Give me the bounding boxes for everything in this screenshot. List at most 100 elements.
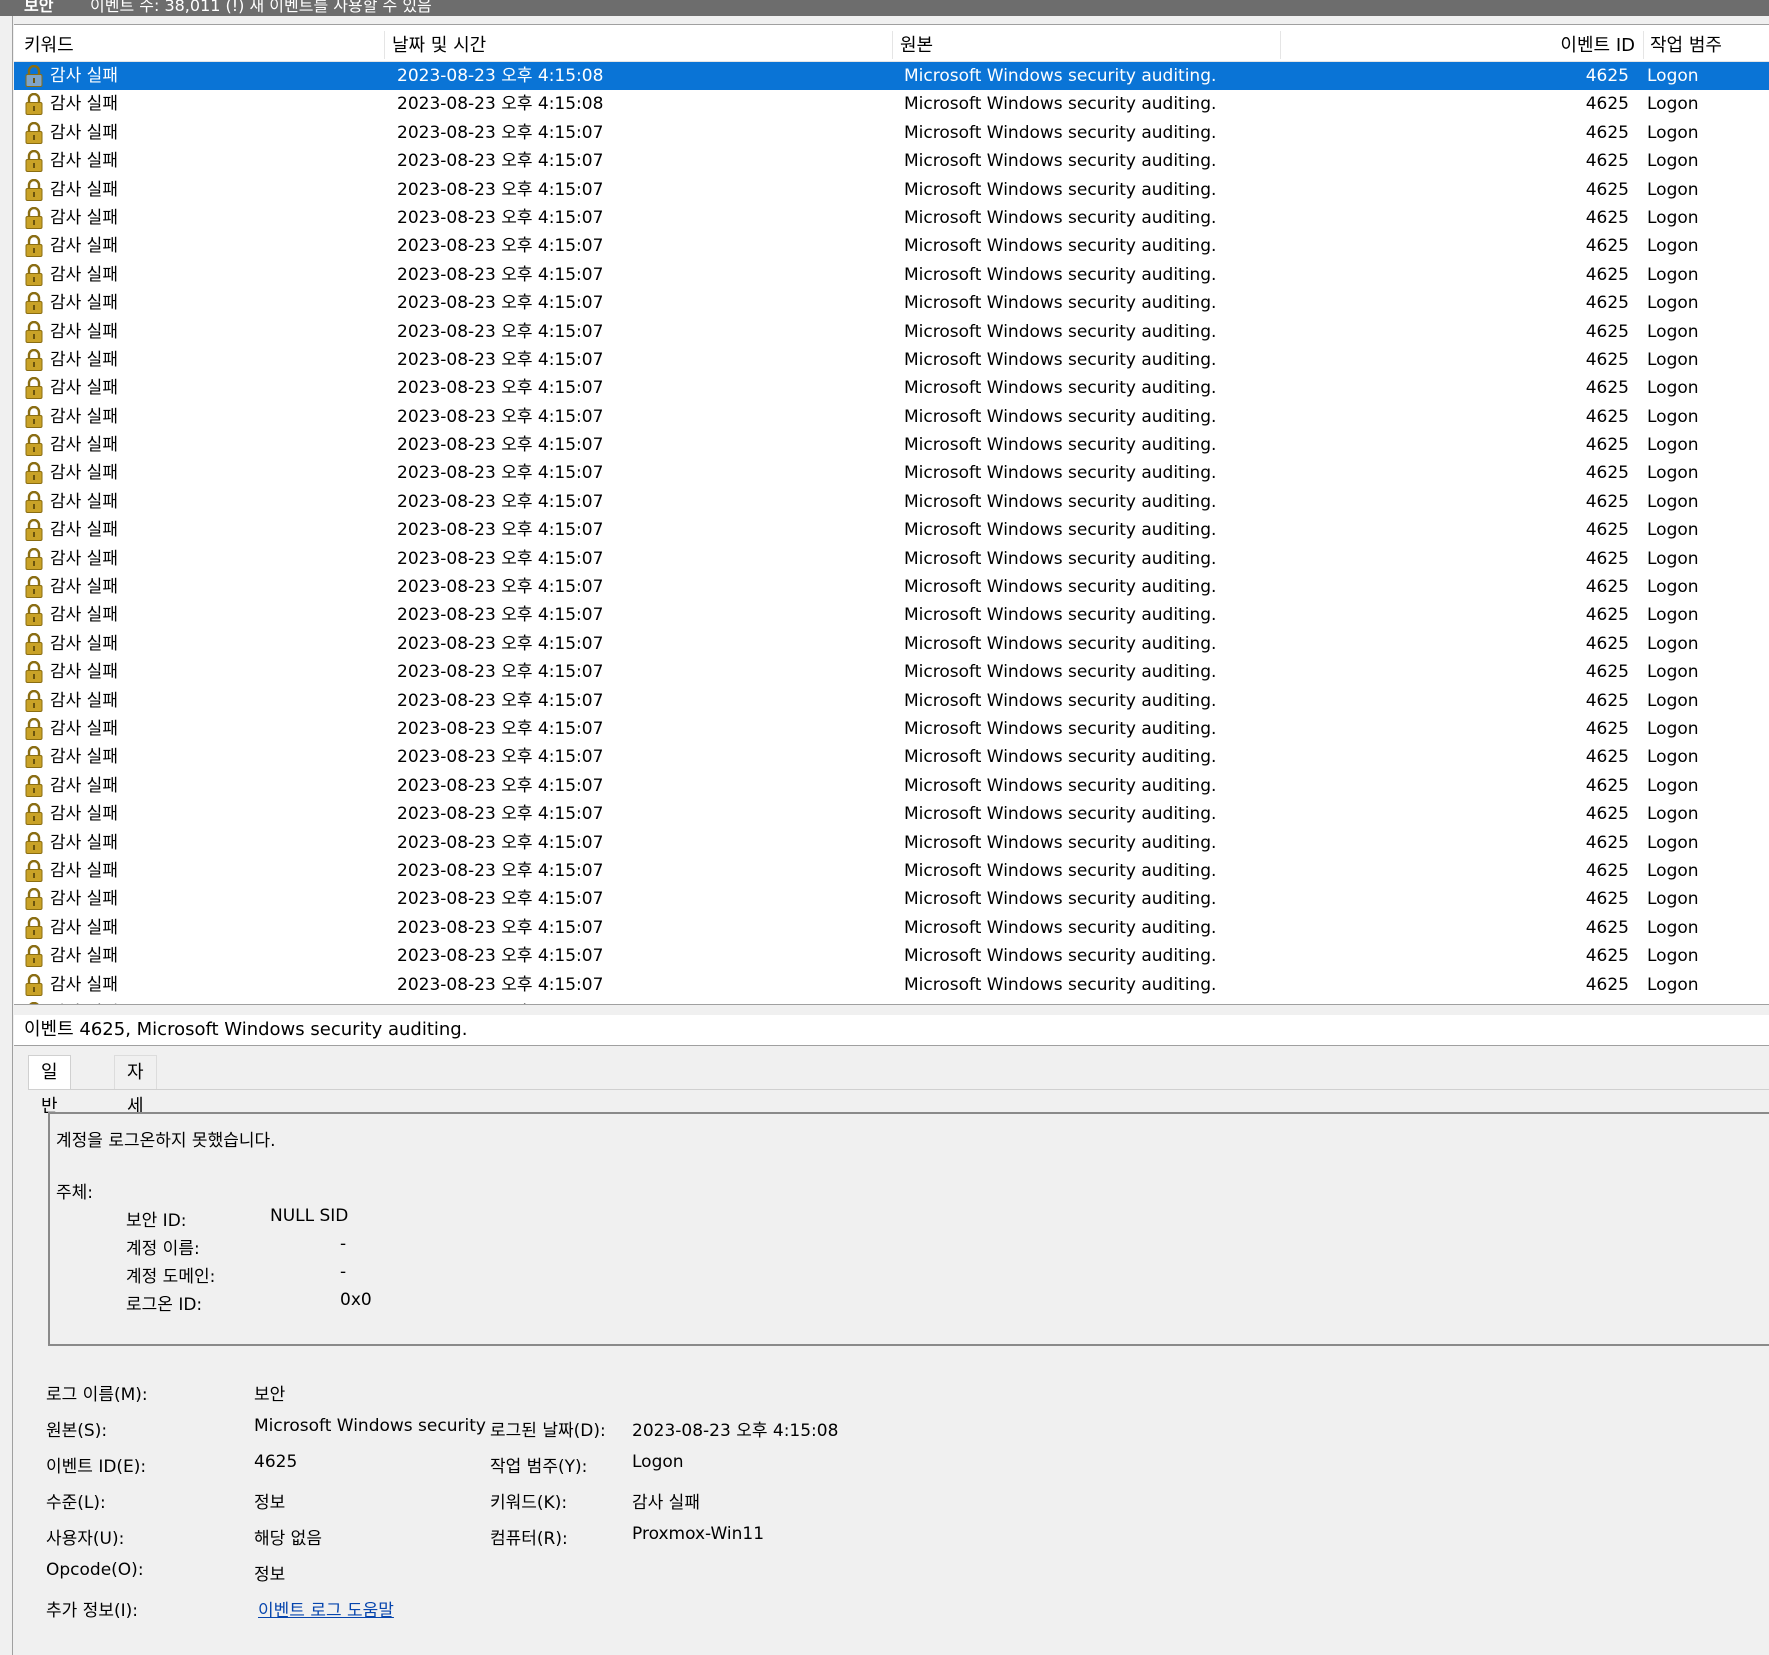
column-keyword-label: 키워드 xyxy=(24,35,74,56)
table-row[interactable]: 감사 실패 2023-08-23 오후 4:15:07 Microsoft Wind… xyxy=(14,630,1769,658)
keyword-cell: 감사 실패 xyxy=(50,406,118,427)
table-row[interactable]: 감사 실패 2023-08-23 오후 4:15:07 Microsoft Wind… xyxy=(14,743,1769,771)
column-keyword[interactable]: 키워드 xyxy=(24,31,385,59)
table-row[interactable]: 감사 실패 2023-08-23 오후 4:15:07 Microsoft Wind… xyxy=(14,942,1769,970)
source-cell: Microsoft Windows security auditing. xyxy=(904,548,1217,569)
event-id-cell: 4625 xyxy=(1585,207,1629,228)
event-id-cell: 4625 xyxy=(1585,435,1629,456)
table-row[interactable]: 감사 실패 2023-08-23 오후 4:15:07 Microsoft Wind… xyxy=(14,829,1769,857)
lock-icon xyxy=(24,206,44,229)
table-row[interactable]: 감사 실패 2023-08-23 오후 4:15:07 Microsoft Wind… xyxy=(14,885,1769,913)
source-cell: Microsoft Windows security auditing. xyxy=(904,860,1217,881)
datetime-cell: 2023-08-23 오후 4:15:07 xyxy=(397,577,604,598)
keyword-cell: 감사 실패 xyxy=(50,321,118,342)
description-subject-label: 주체: xyxy=(56,1183,94,1203)
table-row[interactable]: 감사 실패 2023-08-23 오후 4:15:07 Microsoft Wind… xyxy=(14,971,1769,999)
event-id-cell: 4625 xyxy=(1585,548,1629,569)
table-row[interactable]: 감사 실패 2023-08-23 오후 4:15:07 Microsoft Wind… xyxy=(14,800,1769,828)
left-edge xyxy=(0,16,13,1655)
event-id-cell: 4625 xyxy=(1585,293,1629,314)
table-row[interactable]: 감사 실패 2023-08-23 오후 4:15:07 Microsoft Wind… xyxy=(14,573,1769,601)
keyword-cell: 감사 실패 xyxy=(50,633,118,654)
table-row[interactable]: 감사 실패 2023-08-23 오후 4:15:07 Microsoft Wind… xyxy=(14,488,1769,516)
task-category-cell: Logon xyxy=(1647,378,1699,399)
tab-details[interactable]: 자세히 xyxy=(114,1055,157,1151)
lock-icon xyxy=(24,519,44,542)
lock-icon xyxy=(24,689,44,712)
column-datetime[interactable]: 날짜 및 시간 xyxy=(392,31,893,59)
table-row[interactable]: 감사 실패 2023-08-23 오후 4:15:07 Microsoft Wind… xyxy=(14,715,1769,743)
datetime-cell: 2023-08-23 오후 4:15:07 xyxy=(397,179,604,200)
table-row[interactable]: 감사 실패 2023-08-23 오후 4:15:07 Microsoft Wind… xyxy=(14,403,1769,431)
datetime-cell: 2023-08-23 오후 4:15:07 xyxy=(397,151,604,172)
table-row[interactable]: 감사 실패 2023-08-23 오후 4:15:07 Microsoft Wind… xyxy=(14,119,1769,147)
column-event-id[interactable]: 이벤트 ID xyxy=(1284,31,1644,59)
datetime-cell: 2023-08-23 오후 4:15:07 xyxy=(397,207,604,228)
table-row[interactable]: 감사 실패 2023-08-23 오후 4:15:07 Microsoft Wind… xyxy=(14,147,1769,175)
source-cell: Microsoft Windows security auditing. xyxy=(904,690,1217,711)
keyword-cell: 감사 실패 xyxy=(50,264,118,285)
table-row[interactable]: 감사 실패 2023-08-23 오후 4:15:07 Microsoft Wind… xyxy=(14,772,1769,800)
task-category-cell: Logon xyxy=(1647,207,1699,228)
tab-divider xyxy=(28,1089,1769,1090)
event-log-help-link[interactable]: 이벤트 로그 도움말 xyxy=(258,1596,394,1621)
lock-icon xyxy=(24,121,44,144)
task-category-cell: Logon xyxy=(1647,662,1699,683)
field-security-id-label: 보안 ID: xyxy=(126,1211,187,1231)
table-row[interactable]: 감사 실패 2023-08-23 오후 4:15:07 Microsoft Wind… xyxy=(14,545,1769,573)
event-id-cell: 4625 xyxy=(1585,463,1629,484)
prop-level-value: 정보 xyxy=(254,1493,286,1513)
prop-source-label: 원본(S): xyxy=(46,1421,108,1441)
table-row[interactable]: 감사 실패 2023-08-23 오후 4:15:07 Microsoft Wind… xyxy=(14,658,1769,686)
lock-icon xyxy=(24,405,44,428)
lock-icon xyxy=(24,93,44,116)
source-cell: Microsoft Windows security auditing. xyxy=(904,66,1217,86)
datetime-cell: 2023-08-23 오후 4:15:07 xyxy=(397,349,604,370)
table-row[interactable]: 감사 실패 2023-08-23 오후 4:15:07 Microsoft Wind… xyxy=(14,204,1769,232)
event-id-cell: 4625 xyxy=(1585,264,1629,285)
table-row[interactable]: 감사 실패 2023-08-23 오후 4:15:07 Microsoft Wind… xyxy=(14,346,1769,374)
event-id-cell: 4625 xyxy=(1585,775,1629,796)
event-description[interactable]: 계정을 로그온하지 못했습니다. 주체: 보안 ID: NULL SID 계정 … xyxy=(48,1112,1769,1346)
table-row[interactable]: 감사 실패 2023-08-23 오후 4:15:07 Microsoft Wind… xyxy=(14,261,1769,289)
lock-icon xyxy=(24,377,44,400)
table-row[interactable]: 감사 실패 2023-08-23 오후 4:15:07 Microsoft Wind… xyxy=(14,516,1769,544)
source-cell: Microsoft Windows security auditing. xyxy=(904,520,1217,541)
table-row[interactable]: 감사 실패 2023-08-23 오후 4:15:07 Microsoft Wind… xyxy=(14,687,1769,715)
event-id-cell: 4625 xyxy=(1585,151,1629,172)
table-row[interactable]: 감사 실패 2023-08-23 오후 4:15:07 Microsoft Wind… xyxy=(14,431,1769,459)
task-category-cell: Logon xyxy=(1647,974,1699,995)
column-task-category[interactable]: 작업 범주 xyxy=(1650,31,1769,59)
event-id-cell: 4625 xyxy=(1585,66,1629,86)
source-cell: Microsoft Windows security auditing. xyxy=(904,349,1217,370)
event-id-cell: 4625 xyxy=(1585,605,1629,626)
table-row[interactable]: 감사 실패 2023-08-23 오후 4:15:08 Microsoft Wind… xyxy=(14,62,1769,91)
column-header: 키워드 날짜 및 시간 원본 이벤트 ID 작업 범주 xyxy=(14,25,1769,62)
table-row[interactable]: 감사 실패 2023-08-23 오후 4:15:07 Microsoft Wind… xyxy=(14,914,1769,942)
lock-icon xyxy=(24,916,44,939)
table-row[interactable]: 감사 실패 2023-08-23 오후 4:15:07 Microsoft Wind… xyxy=(14,601,1769,629)
event-id-cell: 4625 xyxy=(1585,321,1629,342)
tab-general[interactable]: 일반 xyxy=(28,1055,71,1117)
datetime-cell: 2023-08-23 오후 4:15:07 xyxy=(397,804,604,825)
table-row[interactable]: 감사 실패 2023-08-23 오후 4:15:07 Microsoft Wind… xyxy=(14,374,1769,402)
table-row[interactable]: 감사 실패 2023-08-23 오후 4:15:07 Microsoft Wind… xyxy=(14,232,1769,260)
field-security-id-value: NULL SID xyxy=(270,1206,349,1226)
table-row[interactable]: 감사 실패 2023-08-23 오후 4:15:07 Microsoft Wind… xyxy=(14,459,1769,487)
table-row[interactable]: 감사 실패 2023-08-23 오후 4:15:07 Microsoft Wind… xyxy=(14,318,1769,346)
lock-icon xyxy=(24,490,44,513)
table-row[interactable]: 감사 실패 2023-08-23 오후 4:15:07 Microsoft Wind… xyxy=(14,289,1769,317)
event-list[interactable]: 키워드 날짜 및 시간 원본 이벤트 ID 작업 범주 감사 실패 2023-08… xyxy=(14,24,1769,1005)
event-id-cell: 4625 xyxy=(1585,406,1629,427)
keyword-cell: 감사 실패 xyxy=(50,520,118,541)
field-account-domain-value: - xyxy=(340,1262,347,1282)
source-cell: Microsoft Windows security auditing. xyxy=(904,179,1217,200)
table-row[interactable]: 감사 실패 2023-08-23 오후 4:15:07 Microsoft Wind… xyxy=(14,176,1769,204)
keyword-cell: 감사 실패 xyxy=(50,690,118,711)
source-cell: Microsoft Windows security auditing. xyxy=(904,491,1217,512)
table-row[interactable]: 감사 실패 2023-08-23 오후 4:15:08 Microsoft Wind… xyxy=(14,90,1769,118)
column-source[interactable]: 원본 xyxy=(900,31,1281,59)
task-category-cell: Logon xyxy=(1647,775,1699,796)
table-row[interactable]: 감사 실패 2023-08-23 오후 4:15:07 Microsoft Wind… xyxy=(14,857,1769,885)
datetime-cell: 2023-08-23 오후 4:15:07 xyxy=(397,832,604,853)
